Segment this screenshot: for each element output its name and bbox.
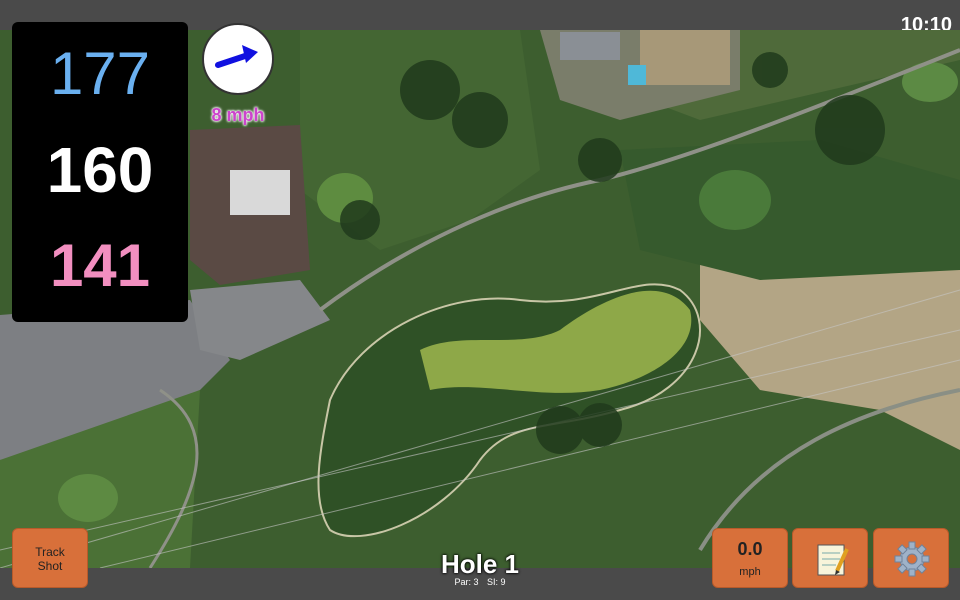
middle-yardage: 160: [46, 134, 154, 206]
back-yardage: 177: [49, 40, 151, 107]
speed-value: 0.0: [737, 539, 763, 559]
track-shot-button[interactable]: Track Shot: [12, 528, 88, 588]
speed-unit: mph: [739, 566, 761, 578]
track-shot-label-line2: Shot: [37, 559, 63, 573]
front-yardage: 141: [49, 232, 151, 299]
hole-title: Hole 1: [440, 549, 520, 579]
settings-button[interactable]: [873, 528, 949, 588]
speed-button[interactable]: 0.0 mph: [712, 528, 788, 588]
wind-speed-label: 8 mph: [211, 105, 265, 125]
track-shot-label-line1: Track: [35, 545, 65, 559]
wind-arrow-icon: [215, 45, 258, 68]
notes-button[interactable]: [792, 528, 868, 588]
yardage-panel: 177 160 141: [12, 22, 188, 322]
gear-icon: [894, 541, 930, 577]
par-label: Par: 3: [454, 577, 479, 587]
notepad-icon: [817, 544, 849, 576]
wind-indicator[interactable]: [202, 23, 274, 95]
stroke-index-label: SI: 9: [487, 577, 506, 587]
hole-info: Par: 3 SI: 9: [380, 577, 580, 587]
